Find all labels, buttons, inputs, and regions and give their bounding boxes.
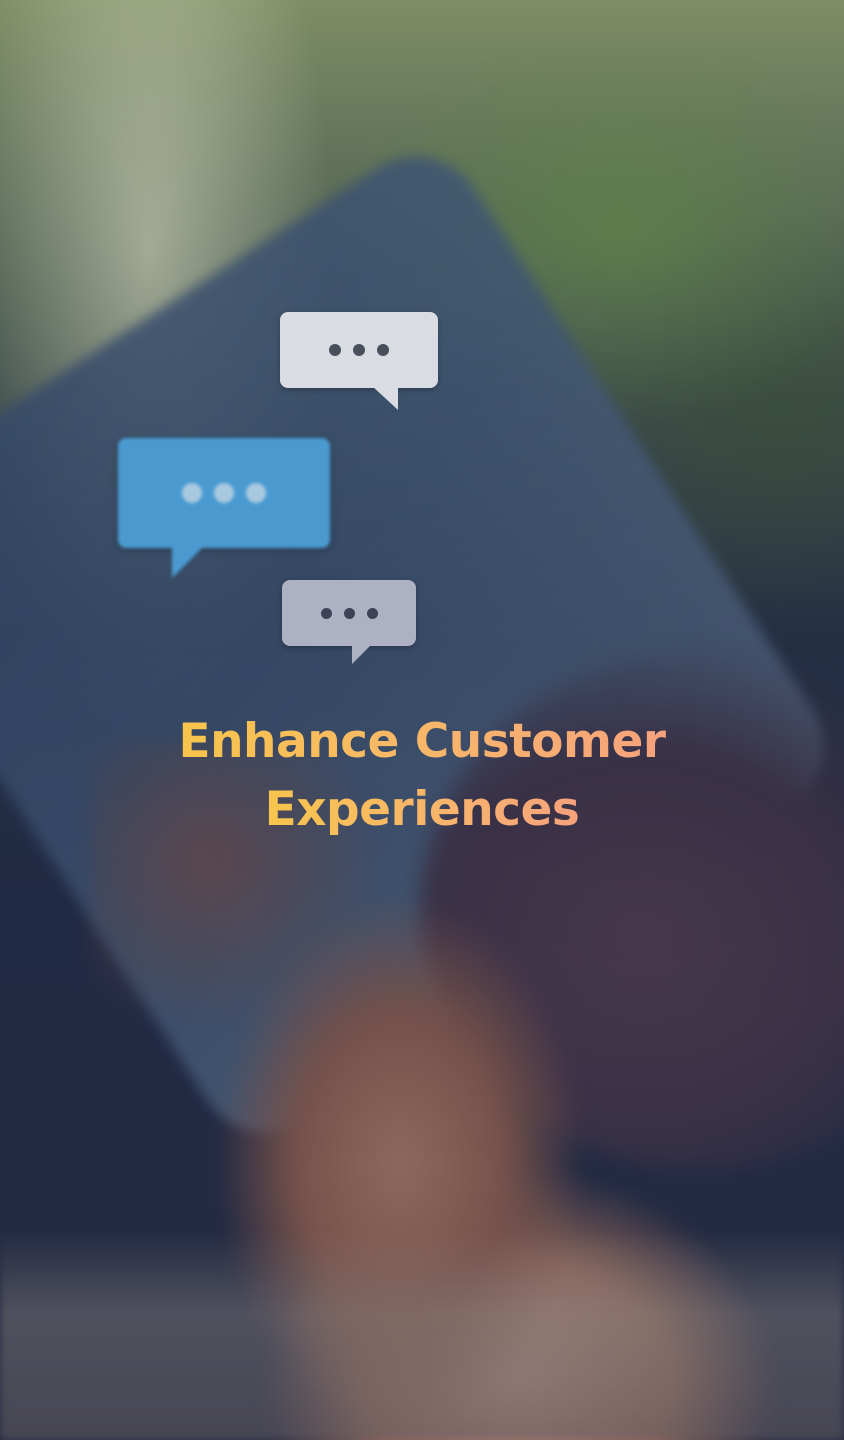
headline-line-2: Experiences [265,776,580,844]
chat-bubble-icon [118,438,330,578]
typing-dot [353,344,365,356]
chat-bubble-icon [282,580,416,664]
typing-dot [366,607,378,619]
bubble-tail [172,546,204,578]
typing-dot [214,483,234,503]
hero-card: Enhance Customer Experiences [0,0,844,1440]
typing-dot [329,344,341,356]
typing-dot [182,483,202,503]
typing-dot [320,607,332,619]
typing-dot [377,344,389,356]
headline: Enhance Customer Experiences [0,708,844,844]
typing-dot [343,607,355,619]
headline-line-1: Enhance Customer [178,708,666,776]
typing-dot [246,483,266,503]
bubble-tail [352,644,372,664]
bubble-tail [372,386,398,410]
chat-bubble-icon [280,312,438,410]
